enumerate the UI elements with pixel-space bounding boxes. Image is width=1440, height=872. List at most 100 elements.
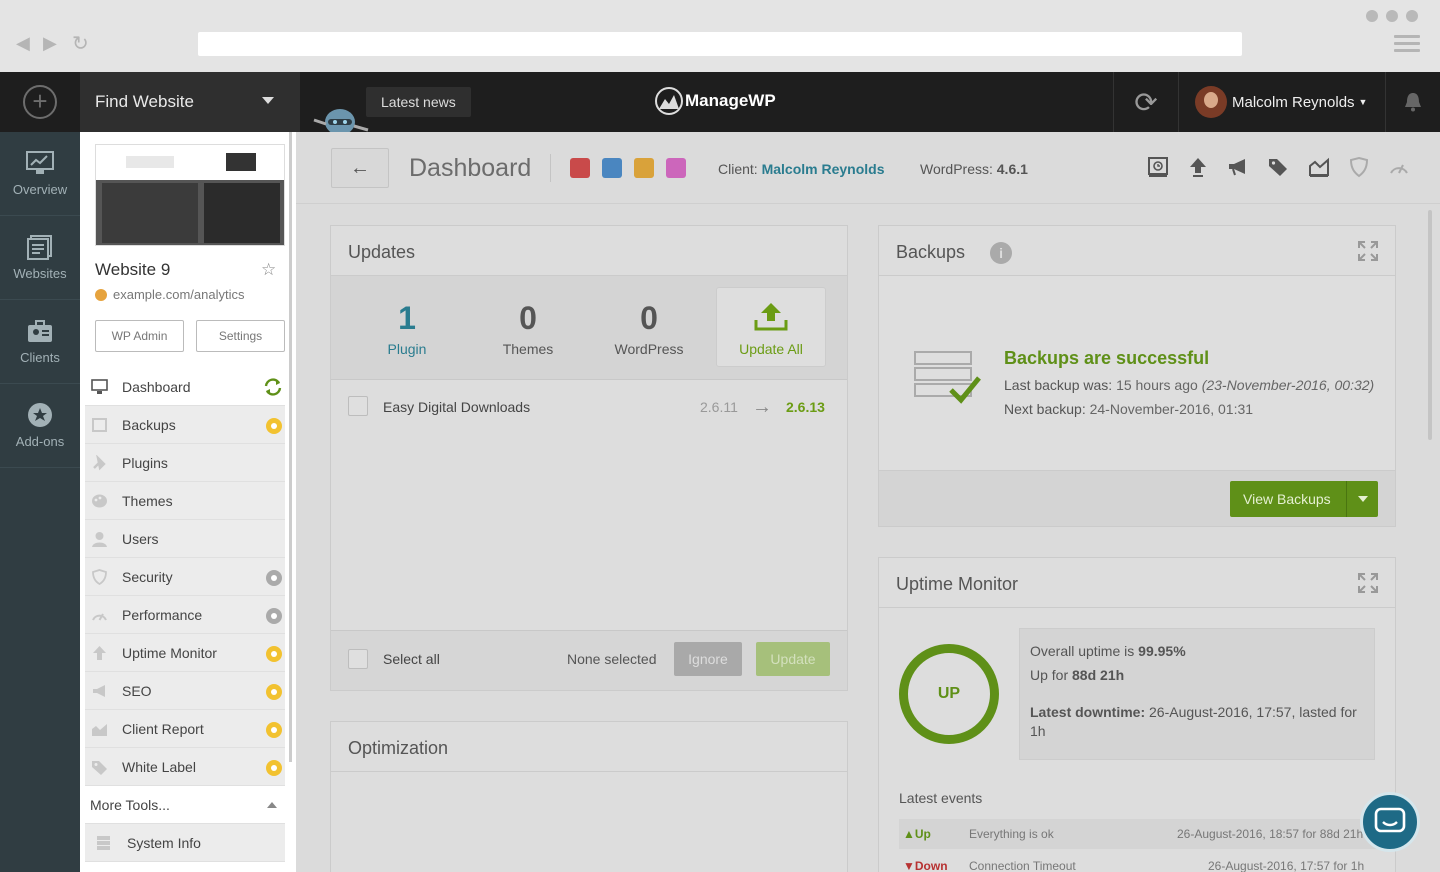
forward-arrow-icon[interactable]: ▶ — [43, 33, 57, 54]
caret-down-icon — [262, 97, 274, 104]
caret-down-icon[interactable] — [1346, 481, 1378, 517]
ignore-button[interactable]: Ignore — [674, 642, 742, 676]
info-icon[interactable]: i — [990, 242, 1013, 265]
last-backup-label: Last backup was: — [1004, 377, 1113, 393]
nav-overview[interactable]: Overview — [0, 132, 80, 216]
tab-count: 0 — [640, 300, 658, 336]
menu-label: Themes — [122, 492, 173, 509]
more-tools-toggle[interactable]: More Tools... — [85, 786, 285, 824]
backups-body: Backups are successful Last backup was: … — [879, 276, 1395, 470]
menu-white-label[interactable]: White Label — [85, 748, 285, 786]
tab-label: Themes — [502, 341, 554, 357]
menu-users[interactable]: Users — [85, 520, 285, 558]
tab-plugin[interactable]: 1 Plugin — [351, 286, 463, 366]
menu-performance[interactable]: Performance — [85, 596, 285, 634]
plugin-update-row: Easy Digital Downloads 2.6.11 → 2.6.13 — [331, 381, 847, 433]
uptime-summary: Overall uptime is 99.95% Up for 88d 21h … — [1019, 628, 1375, 760]
expand-icon[interactable] — [1357, 572, 1379, 594]
caret-up-icon — [267, 802, 277, 808]
gear-badge-icon — [266, 570, 282, 586]
menu-client-report[interactable]: Client Report — [85, 710, 285, 748]
site-panel-scrollbar[interactable] — [289, 132, 292, 762]
nav-websites[interactable]: Websites — [0, 216, 80, 300]
event-message: Everything is ok — [969, 827, 1054, 841]
back-arrow-icon[interactable]: ◀ — [16, 33, 30, 54]
star-icon[interactable]: ☆ — [261, 260, 276, 280]
main-scrollbar[interactable] — [1428, 210, 1432, 440]
selection-status: None selected — [567, 651, 657, 667]
view-backups-button[interactable]: View Backups — [1230, 481, 1378, 517]
gauge-icon[interactable] — [1388, 156, 1410, 178]
color-tag-orange[interactable] — [634, 158, 654, 178]
latest-news-button[interactable]: Latest news — [366, 87, 471, 117]
shield-icon[interactable] — [1348, 156, 1370, 178]
update-button[interactable]: Update — [756, 642, 830, 676]
chat-button[interactable] — [1360, 792, 1420, 852]
menu-backups[interactable]: Backups — [85, 406, 285, 444]
menu-dashboard[interactable]: Dashboard — [85, 368, 285, 406]
add-website-button[interactable]: + — [0, 72, 80, 132]
uptime-title: Uptime Monitor — [879, 558, 1395, 608]
main-content: ← Dashboard Client: Malcolm Reynolds Wor… — [296, 132, 1440, 872]
color-tag-red[interactable] — [570, 158, 590, 178]
nav-clients[interactable]: Clients — [0, 300, 80, 384]
plugin-icon — [93, 455, 106, 471]
find-website-dropdown[interactable]: Find Website — [80, 72, 300, 132]
menu-label: Plugins — [122, 454, 168, 471]
wordpress-version: WordPress: 4.6.1 — [920, 161, 1028, 177]
reload-icon[interactable]: ↻ — [72, 31, 89, 56]
client-name-link[interactable]: Malcolm Reynolds — [762, 161, 885, 177]
menu-uptime-monitor[interactable]: Uptime Monitor — [85, 634, 285, 672]
menu-themes[interactable]: Themes — [85, 482, 285, 520]
avatar — [1195, 86, 1227, 118]
backups-icon — [92, 418, 107, 432]
megaphone-icon[interactable] — [1227, 156, 1249, 178]
tag-icon[interactable] — [1267, 156, 1289, 178]
event-row: ▼Down Connection Timeout 26-August-2016,… — [899, 851, 1377, 872]
website-thumbnail[interactable] — [95, 144, 285, 246]
nav-addons[interactable]: Add-ons — [0, 384, 80, 468]
settings-button[interactable]: Settings — [196, 320, 285, 352]
notifications-button[interactable] — [1385, 72, 1440, 132]
tab-wordpress[interactable]: 0 WordPress — [593, 286, 705, 366]
expand-icon[interactable] — [1357, 240, 1379, 262]
uptime-monitor-card: Uptime Monitor UP Overall uptime is 99.9… — [878, 557, 1396, 872]
premium-badge-icon — [266, 646, 282, 662]
menu-seo[interactable]: SEO — [85, 672, 285, 710]
user-menu[interactable]: Malcolm Reynolds ▼ — [1180, 72, 1385, 132]
arrow-up-icon — [93, 646, 106, 660]
server-check-icon — [914, 351, 981, 404]
report-chart-icon[interactable] — [1308, 156, 1330, 178]
wp-admin-button[interactable]: WP Admin — [95, 320, 184, 352]
tag-icon — [92, 761, 107, 775]
updates-card: Updates 1 Plugin 0 Themes 0 WordPress Up… — [330, 225, 848, 691]
menu-security[interactable]: Security — [85, 558, 285, 596]
backups-header: Backups i — [879, 226, 1395, 276]
palette-icon — [92, 494, 107, 508]
back-button[interactable]: ← — [331, 148, 389, 188]
backup-clock-icon[interactable] — [1147, 156, 1169, 178]
refresh-button[interactable]: ⟳ — [1113, 72, 1179, 132]
address-bar[interactable] — [198, 32, 1242, 56]
plugin-checkbox[interactable] — [348, 396, 368, 416]
hamburger-icon[interactable] — [1394, 35, 1420, 53]
arrow-left-icon: ← — [350, 156, 370, 179]
tab-themes[interactable]: 0 Themes — [472, 286, 584, 366]
menu-system-info[interactable]: System Info — [85, 824, 285, 862]
menu-label: Security — [122, 568, 173, 585]
next-backup: Next backup: 24-November-2016, 01:31 — [1004, 401, 1253, 417]
select-all-label: Select all — [383, 651, 440, 667]
to-version: 2.6.13 — [786, 399, 825, 415]
select-all-checkbox[interactable] — [348, 649, 368, 669]
addons-icon — [28, 403, 52, 427]
menu-plugins[interactable]: Plugins — [85, 444, 285, 482]
upload-arrow-icon[interactable] — [1187, 156, 1209, 178]
updates-footer: Select all None selected Ignore Update — [331, 630, 847, 690]
color-tag-blue[interactable] — [602, 158, 622, 178]
latest-downtime-label: Latest downtime: — [1030, 704, 1146, 720]
last-backup-relative: 15 hours ago — [1116, 377, 1198, 393]
update-all-button[interactable]: Update All — [716, 287, 826, 367]
arrow-right-icon: → — [752, 395, 772, 418]
color-tag-pink[interactable] — [666, 158, 686, 178]
site-url[interactable]: example.com/analytics — [95, 287, 245, 302]
